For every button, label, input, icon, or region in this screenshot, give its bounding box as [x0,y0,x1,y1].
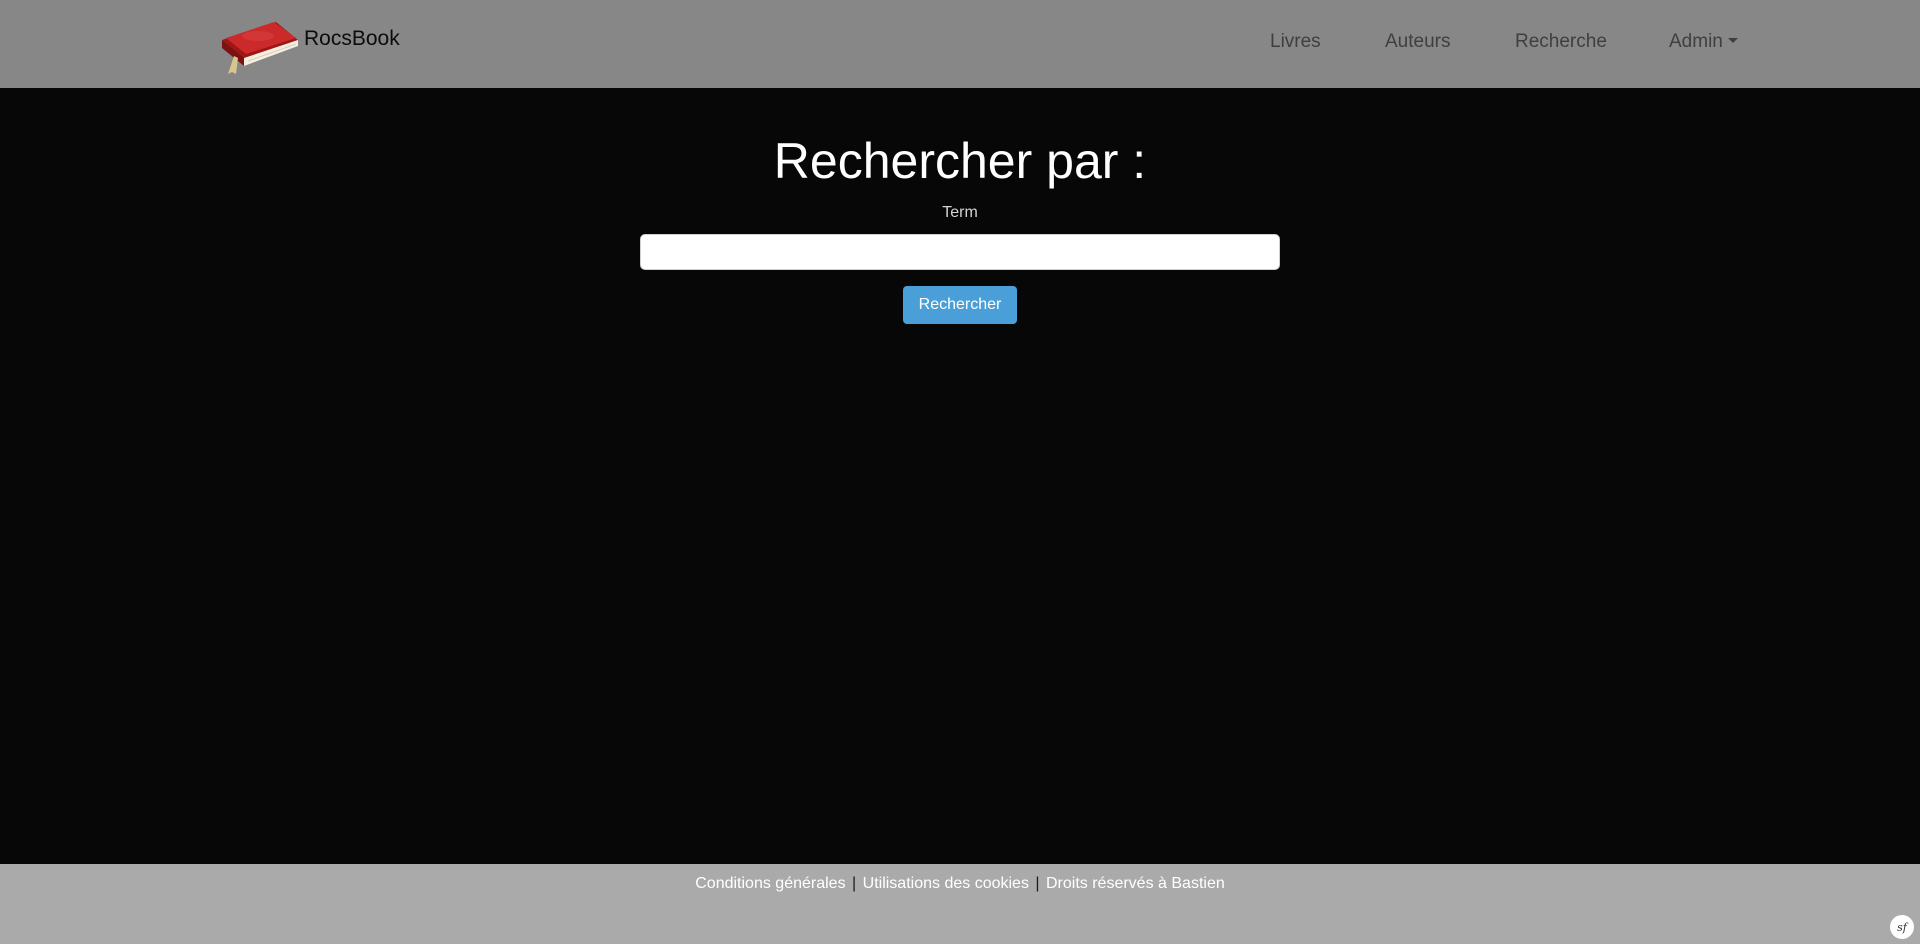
footer-separator: | [1035,875,1040,892]
footer-link-conditions[interactable]: Conditions générales [695,875,845,892]
search-button[interactable]: Rechercher [903,286,1017,324]
footer-link-cookies[interactable]: Utilisations des cookies [863,875,1029,892]
term-label: Term [942,204,978,221]
nav-link-auteurs[interactable]: Auteurs [1385,31,1450,53]
page-title: Rechercher par : [773,133,1147,189]
symfony-icon[interactable]: sf [1890,915,1914,939]
search-page: Rechercher par : Term Rechercher [0,88,1920,864]
caret-down-icon [1727,38,1738,43]
nav-dropdown-admin[interactable]: Admin [1669,31,1738,53]
footer-link-rights[interactable]: Droits réservés à Bastien [1046,875,1225,892]
footer-separator: | [852,875,857,892]
term-input[interactable] [640,234,1280,270]
navbar: RocsBook Livres Auteurs Recherche Admin [0,0,1920,88]
nav-admin-label: Admin [1669,31,1723,52]
footer-links: Conditions générales | Utilisations des … [0,875,1920,893]
symfony-toolbar-label: sf [1897,920,1907,934]
nav-link-recherche[interactable]: Recherche [1515,31,1607,53]
nav-links: Livres Auteurs Recherche Admin [0,0,1920,88]
nav-link-livres[interactable]: Livres [1270,31,1321,53]
footer: Conditions générales | Utilisations des … [0,864,1920,944]
